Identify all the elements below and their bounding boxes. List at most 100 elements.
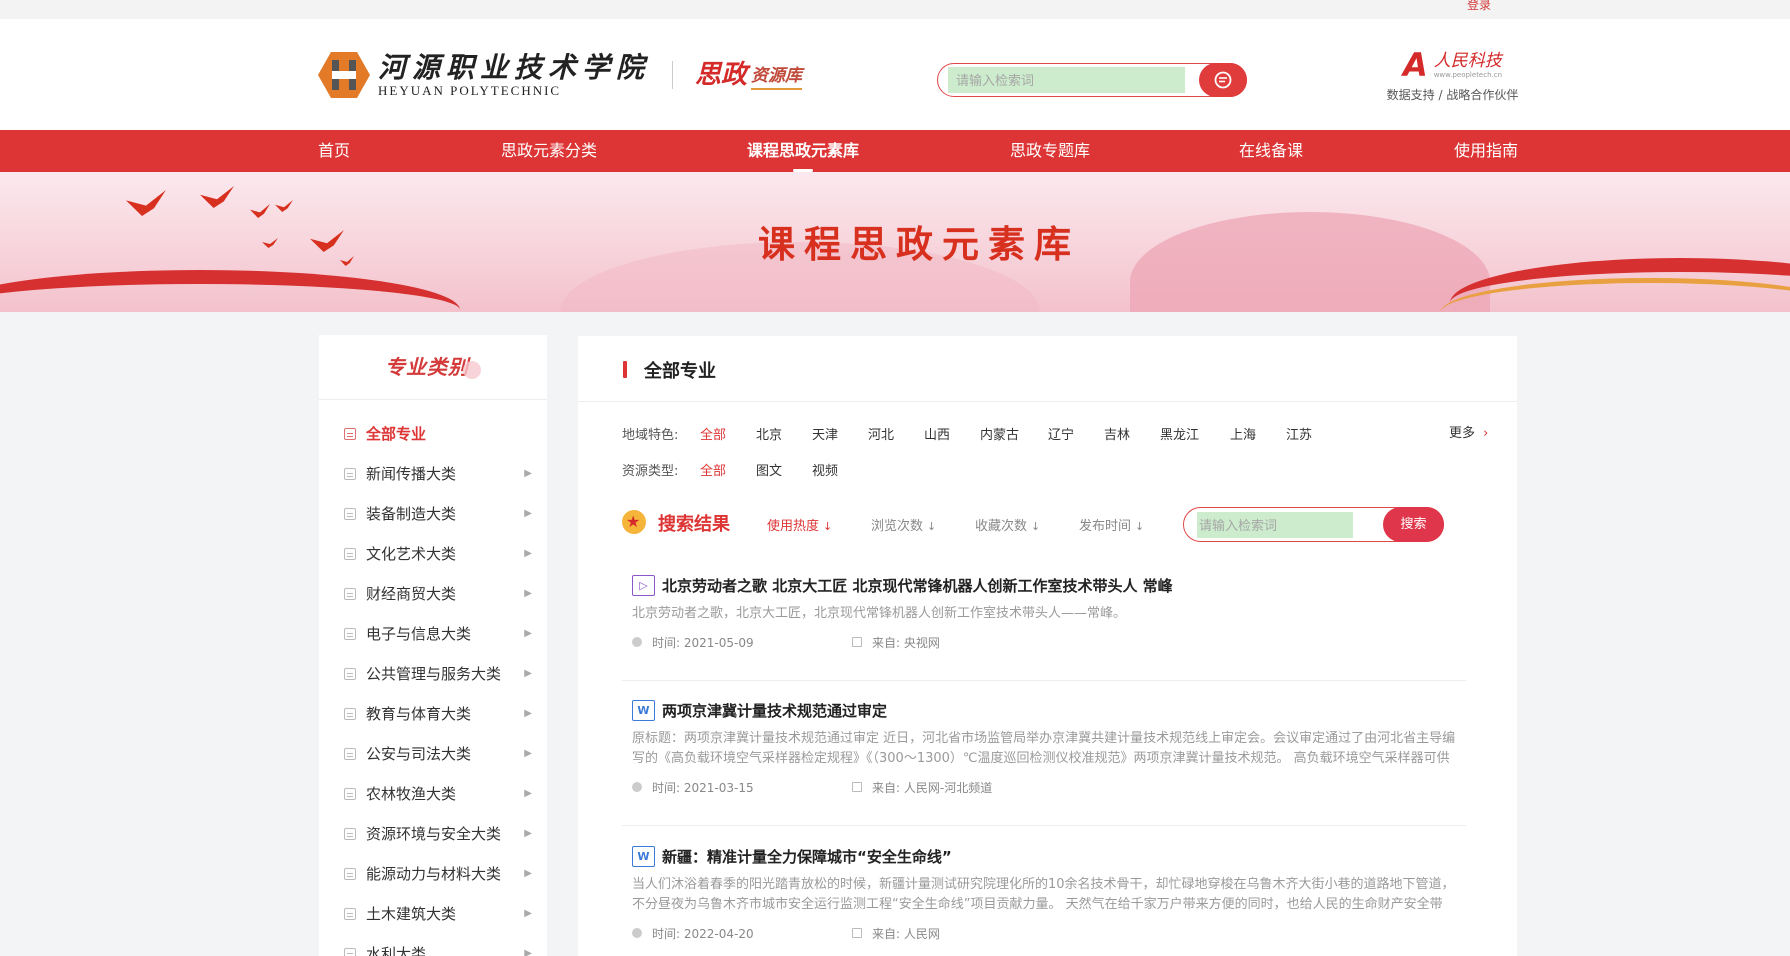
partner-name: 人民科技 — [1433, 51, 1502, 71]
chevron-right-icon: ▶ — [524, 748, 532, 759]
star-icon — [622, 510, 646, 534]
arrow-down-icon: ↓ — [1135, 520, 1145, 533]
category-item[interactable]: 电子与信息大类 ▶ — [319, 614, 547, 654]
region-option[interactable]: 天津 — [812, 424, 868, 443]
header-search — [937, 63, 1247, 97]
category-item[interactable]: 能源动力与材料大类 ▶ — [319, 854, 547, 894]
content-panel: 全部专业 地域特色: 全部 北京 天津 河北 山西 内蒙古 辽宁 吉林 黑龙江 … — [578, 336, 1517, 956]
banner-title: 课程思政元素库 — [758, 222, 1080, 266]
nav-element-category[interactable]: 思政元素分类 — [501, 130, 597, 172]
nav-course-element-library[interactable]: 课程思政元素库 — [747, 130, 859, 172]
category-item[interactable]: 文化艺术大类 ▶ — [319, 534, 547, 574]
results-search-input[interactable] — [1197, 512, 1353, 538]
header-search-button[interactable] — [1199, 63, 1247, 97]
result-title-link[interactable]: 两项京津冀计量技术规范通过审定 — [662, 700, 887, 721]
region-option[interactable]: 江苏 — [1286, 424, 1342, 443]
category-label: 财经商贸大类 — [366, 585, 457, 603]
resource-library-logo: 思政 资源库 — [695, 60, 803, 90]
dove-icon — [126, 190, 166, 216]
region-option[interactable]: 河北 — [868, 424, 924, 443]
sort-by-views[interactable]: 浏览次数 ↓ — [871, 515, 936, 534]
result-item: ▷ 北京劳动者之歌 北京大工匠 北京现代常锋机器人创新工作室技术带头人 常峰 北… — [632, 573, 1466, 652]
region-option[interactable]: 上海 — [1230, 424, 1286, 443]
chevron-right-icon: ▶ — [524, 908, 532, 919]
nav-home[interactable]: 首页 — [318, 130, 350, 172]
sidebar-header: 专业类别 — [319, 335, 547, 400]
category-label: 资源环境与安全大类 — [366, 825, 502, 843]
document-icon — [344, 708, 356, 720]
sort-by-favorites[interactable]: 收藏次数 ↓ — [975, 515, 1040, 534]
result-title-link[interactable]: 新疆：精准计量全力保障城市“安全生命线” — [662, 846, 952, 867]
chevron-right-icon: ▶ — [524, 468, 532, 479]
region-option[interactable]: 吉林 — [1104, 424, 1160, 443]
nav-topic-library[interactable]: 思政专题库 — [1010, 130, 1090, 172]
results-search: 搜索 — [1183, 507, 1444, 542]
category-label: 水利大类 — [366, 945, 427, 956]
document-icon — [344, 628, 356, 640]
document-icon — [344, 908, 356, 920]
region-filter: 地域特色: 全部 北京 天津 河北 山西 内蒙古 辽宁 吉林 黑龙江 上海 江苏 — [622, 424, 1342, 443]
category-label: 电子与信息大类 — [366, 625, 472, 643]
region-option[interactable]: 黑龙江 — [1160, 424, 1230, 443]
word-document-icon: W — [632, 699, 655, 721]
document-icon — [344, 748, 356, 760]
category-item[interactable]: 装备制造大类 ▶ — [319, 494, 547, 534]
result-source: 来自: 人民网-河北频道 — [872, 780, 993, 795]
category-item[interactable]: 公共管理与服务大类 ▶ — [319, 654, 547, 694]
nav-online-prep[interactable]: 在线备课 — [1239, 130, 1303, 172]
sort-by-popularity[interactable]: 使用热度 ↓ — [767, 515, 832, 534]
chevron-right-icon: › — [1483, 426, 1489, 441]
category-item-all[interactable]: 全部专业 — [319, 414, 547, 454]
login-link[interactable]: 登录 — [1467, 0, 1491, 13]
category-item[interactable]: 新闻传播大类 ▶ — [319, 454, 547, 494]
category-item[interactable]: 公安与司法大类 ▶ — [319, 734, 547, 774]
region-option[interactable]: 山西 — [924, 424, 980, 443]
result-date: 时间: 2021-03-15 — [652, 780, 754, 795]
sort-label: 发布时间 — [1079, 519, 1132, 534]
sz-logo-big: 思政 — [695, 60, 748, 90]
result-divider — [622, 680, 1466, 681]
category-item[interactable]: 财经商贸大类 ▶ — [319, 574, 547, 614]
sort-by-date[interactable]: 发布时间 ↓ — [1079, 515, 1144, 534]
chevron-right-icon: ▶ — [524, 828, 532, 839]
document-icon — [344, 668, 356, 680]
category-label: 教育与体育大类 — [366, 705, 472, 723]
region-option[interactable]: 内蒙古 — [980, 424, 1048, 443]
site-logo[interactable]: 河源职业技术学院 HEYUAN POLYTECHNIC 思政 资源库 — [318, 52, 803, 98]
category-item[interactable]: 教育与体育大类 ▶ — [319, 694, 547, 734]
partner-logo[interactable]: A 人民科技 www.peopletech.cn 数据支持 / 战略合作伙伴 — [1385, 49, 1520, 103]
source-icon — [852, 928, 862, 938]
category-label: 新闻传播大类 — [366, 465, 457, 483]
more-label: 更多 — [1449, 426, 1476, 441]
region-option[interactable]: 辽宁 — [1048, 424, 1104, 443]
dove-icon — [275, 200, 293, 212]
sort-label: 使用热度 — [767, 519, 820, 534]
result-date: 时间: 2021-05-09 — [652, 635, 754, 650]
results-search-button[interactable]: 搜索 — [1383, 507, 1444, 542]
category-label: 全部专业 — [366, 425, 427, 443]
document-icon — [344, 948, 356, 956]
nav-user-guide[interactable]: 使用指南 — [1454, 130, 1518, 172]
document-icon — [344, 828, 356, 840]
region-more-link[interactable]: 更多 › — [1449, 422, 1488, 441]
result-summary: 原标题：两项京津冀计量技术规范通过审定 近日，河北省市场监管局举办京津冀共建计量… — [632, 731, 1456, 766]
partner-note: 数据支持 / 战略合作伙伴 — [1386, 88, 1519, 102]
category-item[interactable]: 土木建筑大类 ▶ — [319, 894, 547, 934]
type-option[interactable]: 图文 — [756, 460, 812, 479]
category-item[interactable]: 资源环境与安全大类 ▶ — [319, 814, 547, 854]
region-option-all[interactable]: 全部 — [700, 424, 756, 443]
header-search-input[interactable] — [948, 67, 1185, 93]
chevron-right-icon: ▶ — [524, 588, 532, 599]
type-option-all[interactable]: 全部 — [700, 460, 756, 479]
type-option[interactable]: 视频 — [812, 460, 868, 479]
category-label: 公共管理与服务大类 — [366, 665, 502, 683]
logo-divider — [672, 61, 674, 89]
page-banner: 课程思政元素库 — [0, 172, 1790, 312]
result-title-link[interactable]: 北京劳动者之歌 北京大工匠 北京现代常锋机器人创新工作室技术带头人 常峰 — [662, 575, 1173, 596]
category-item[interactable]: 农林牧渔大类 ▶ — [319, 774, 547, 814]
category-label: 装备制造大类 — [366, 505, 457, 523]
sidebar-title-decoration — [463, 360, 481, 379]
results-title: 搜索结果 — [658, 514, 730, 535]
category-item[interactable]: 水利大类 ▶ — [319, 934, 547, 956]
region-option[interactable]: 北京 — [756, 424, 812, 443]
